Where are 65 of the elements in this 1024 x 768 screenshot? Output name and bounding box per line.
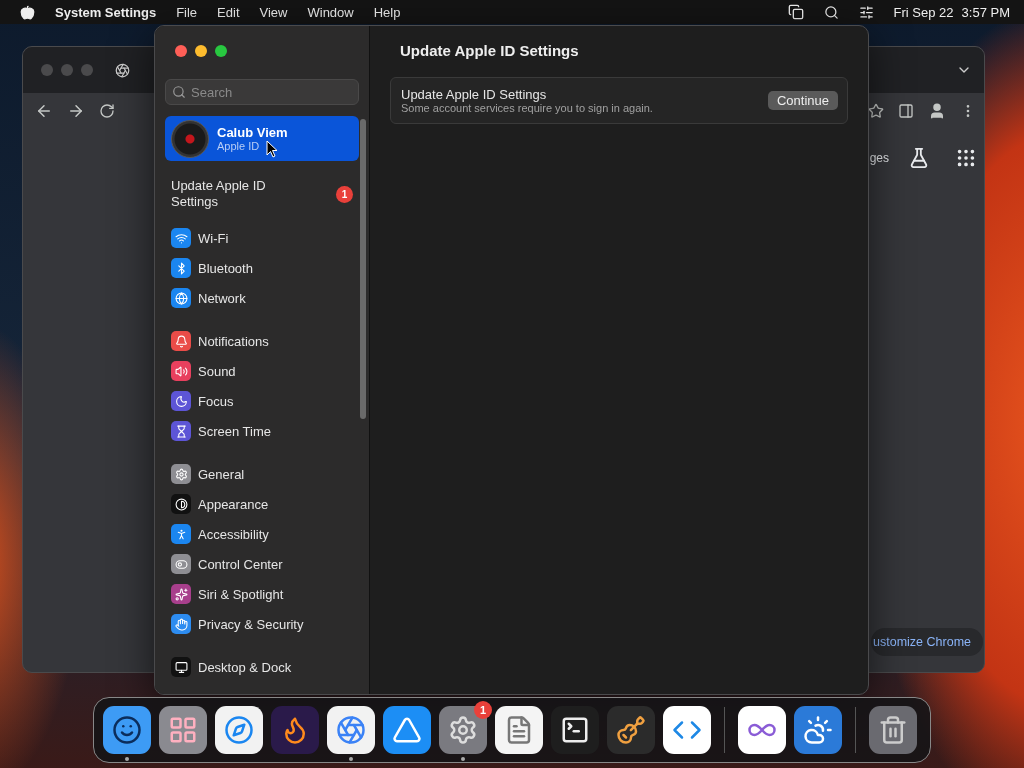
- sidebar-item[interactable]: Bluetooth: [198, 260, 253, 276]
- card-description: Some account services require you to sign in again.: [401, 102, 653, 114]
- infinity-icon[interactable]: [738, 706, 786, 754]
- card-title: Update Apple ID Settings: [401, 87, 547, 102]
- trash-icon[interactable]: [869, 706, 917, 754]
- sidebar-item[interactable]: Siri & Spotlight: [198, 586, 284, 602]
- sidebar-item[interactable]: Network: [198, 290, 246, 306]
- sidebar-item[interactable]: Notifications: [198, 333, 269, 349]
- side-panel-icon[interactable]: [898, 103, 914, 119]
- document-icon[interactable]: [495, 706, 543, 754]
- sidebar-item[interactable]: Sound: [198, 363, 236, 379]
- cloud-sun-icon[interactable]: [794, 706, 842, 754]
- menu-time[interactable]: 3:57 PM: [961, 4, 1010, 20]
- apple-icon[interactable]: [20, 4, 35, 20]
- menu-item[interactable]: Window: [307, 4, 354, 20]
- back-icon[interactable]: [35, 102, 53, 120]
- avatar-icon: [171, 119, 209, 158]
- menu-item[interactable]: Help: [373, 4, 401, 20]
- control-center-icon[interactable]: [858, 4, 874, 20]
- sidebar-item[interactable]: Control Center: [198, 556, 283, 572]
- sidebar-item[interactable]: Accessibility: [198, 526, 269, 542]
- pointer-icon: [266, 140, 278, 158]
- sidebar-item[interactable]: Appearance: [198, 496, 269, 512]
- sidebar-item[interactable]: Update Apple ID Settings: [171, 178, 291, 210]
- sidebar-item[interactable]: Screen Time: [198, 423, 271, 439]
- sidebar-item[interactable]: Privacy & Security: [198, 616, 304, 632]
- compass-icon[interactable]: [215, 706, 263, 754]
- screen-mirroring-icon[interactable]: [787, 4, 804, 20]
- account-subtitle: Apple ID: [217, 140, 260, 152]
- search-icon[interactable]: [823, 4, 839, 20]
- apps-grid-icon[interactable]: [955, 147, 977, 169]
- reload-icon[interactable]: [99, 103, 115, 119]
- flask-icon[interactable]: [908, 147, 930, 169]
- sidebar-item[interactable]: Desktop & Dock: [198, 659, 292, 675]
- account-name: Calub Viem: [217, 125, 288, 140]
- customize-button[interactable]: ustomize Chrome: [871, 628, 983, 656]
- notification-badge: 1: [474, 701, 492, 719]
- page-title: Update Apple ID Settings: [399, 42, 580, 59]
- notification-badge: 1: [336, 185, 353, 203]
- search-icon: [172, 85, 186, 99]
- profile-icon[interactable]: [928, 102, 946, 120]
- account-item[interactable]: Calub Viem Apple ID: [165, 116, 359, 161]
- images-link[interactable]: ges: [869, 151, 889, 165]
- code-icon[interactable]: [663, 706, 711, 754]
- sidebar-item[interactable]: General: [198, 466, 245, 482]
- menu-item[interactable]: View: [259, 4, 288, 20]
- tab-aperture-icon[interactable]: [115, 62, 130, 78]
- terminal-icon[interactable]: [551, 706, 599, 754]
- continue-button[interactable]: Continue: [767, 91, 838, 110]
- forward-icon[interactable]: [67, 102, 85, 120]
- grid-icon[interactable]: [159, 706, 207, 754]
- smile-face-icon[interactable]: [103, 706, 151, 754]
- gear-icon[interactable]: [439, 706, 487, 754]
- search-field[interactable]: Search: [165, 79, 359, 105]
- flame-icon[interactable]: [271, 706, 319, 754]
- menu-date[interactable]: Fri Sep 22: [893, 4, 954, 20]
- menu-item[interactable]: Edit: [217, 4, 240, 20]
- sidebar-item[interactable]: Focus: [198, 393, 234, 409]
- aperture-icon[interactable]: [327, 706, 375, 754]
- app-menu[interactable]: System Settings: [55, 4, 157, 20]
- guitar-icon[interactable]: [607, 706, 655, 754]
- scrollbar[interactable]: [360, 119, 366, 419]
- star-icon[interactable]: [868, 103, 884, 119]
- menu-item[interactable]: File: [176, 4, 198, 20]
- sidebar-item[interactable]: Wi-Fi: [198, 230, 229, 246]
